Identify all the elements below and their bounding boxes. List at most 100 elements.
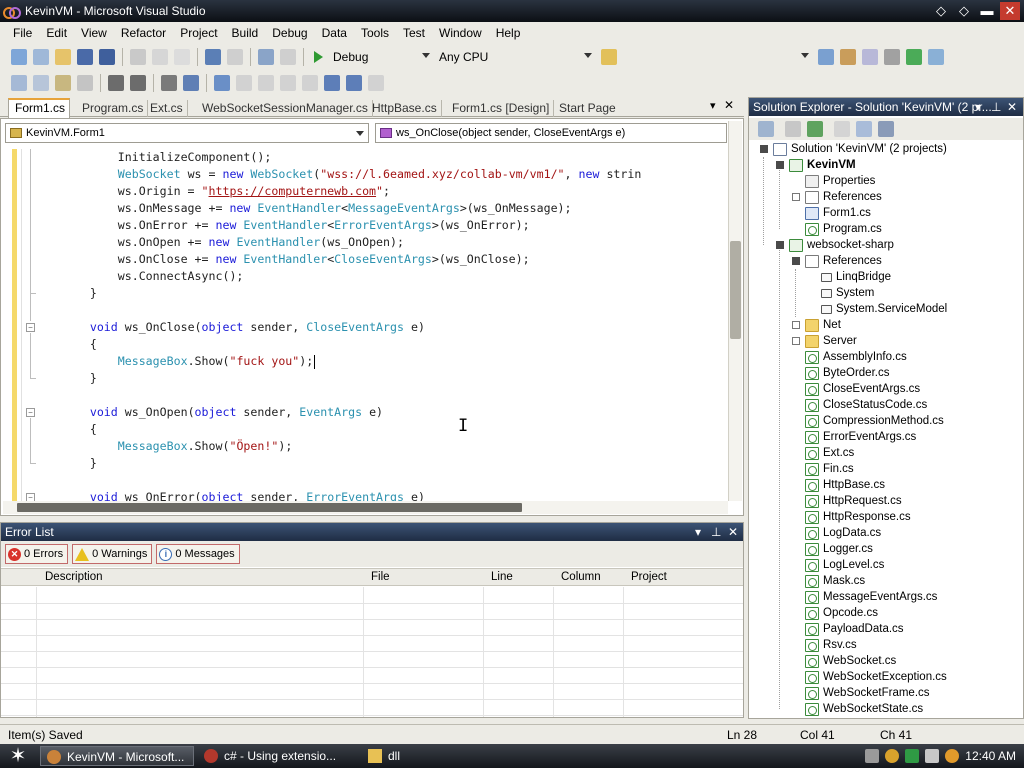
display-word-completion-icon[interactable] (77, 75, 93, 91)
refresh-icon[interactable] (807, 121, 823, 137)
uncomment-icon[interactable] (183, 75, 199, 91)
window-position-icon[interactable]: ▾ (975, 98, 981, 116)
open-file-icon[interactable] (55, 49, 71, 65)
expand-node-icon[interactable] (792, 321, 800, 329)
tree-item-websocket-cs[interactable]: WebSocket.cs (805, 653, 896, 669)
properties-window-icon[interactable] (840, 49, 856, 65)
code-line[interactable]: void ws_OnError(object sender, ErrorEven… (34, 489, 425, 501)
code-line[interactable]: MessageBox.Show("fuck you"); (34, 353, 313, 370)
next-bookmark-in-folder-icon[interactable] (302, 75, 318, 91)
code-line[interactable]: } (34, 455, 97, 472)
start-button[interactable]: ✶ (6, 746, 30, 766)
tree-item-system[interactable]: System (821, 285, 874, 301)
toggle-bookmark-icon[interactable] (214, 75, 230, 91)
add-item-icon[interactable] (33, 49, 49, 65)
close-document-icon[interactable]: ✕ (724, 98, 734, 112)
editor-vertical-scrollbar[interactable] (728, 121, 742, 501)
tree-item-websocketframe-cs[interactable]: WebSocketFrame.cs (805, 685, 930, 701)
menu-data[interactable]: Data (315, 26, 354, 40)
collapse-node-icon[interactable] (776, 161, 784, 169)
find-select[interactable] (624, 48, 812, 66)
undo-icon[interactable] (205, 49, 221, 65)
tree-item-httpbase-cs[interactable]: HttpBase.cs (805, 477, 885, 493)
search-icon[interactable] (945, 749, 960, 763)
auto-hide-pin-icon[interactable]: ⊥ (991, 98, 1001, 116)
tree-item-mask-cs[interactable]: Mask.cs (805, 573, 865, 589)
code-line[interactable]: { (34, 421, 97, 438)
tab-ext-cs[interactable]: Ext.cs (144, 100, 188, 117)
menu-window[interactable]: Window (432, 26, 489, 40)
tree-item-rsv-cs[interactable]: Rsv.cs (805, 637, 857, 653)
new-project-icon[interactable] (11, 49, 27, 65)
clock[interactable]: 12:40 AM (965, 749, 1016, 763)
tree-item-properties[interactable]: Properties (805, 173, 875, 189)
menu-help[interactable]: Help (489, 26, 528, 40)
clear-bookmarks-icon[interactable] (368, 75, 384, 91)
code-line[interactable]: ws.OnClose += new EventHandler<CloseEven… (34, 251, 530, 268)
collapse-node-icon[interactable] (760, 145, 768, 153)
expand-node-icon[interactable] (792, 193, 800, 201)
member-dropdown[interactable]: ws_OnClose(object sender, CloseEventArgs… (375, 123, 727, 143)
tree-item-websocketstate-cs[interactable]: WebSocketState.cs (805, 701, 923, 717)
tree-item-closestatuscode-cs[interactable]: CloseStatusCode.cs (805, 397, 927, 413)
menu-test[interactable]: Test (396, 26, 432, 40)
window-position-icon[interactable]: ▾ (695, 523, 701, 541)
object-browser-icon[interactable] (862, 49, 878, 65)
toolbox-icon[interactable] (884, 49, 900, 65)
diamond-icon[interactable]: ◇ (931, 2, 951, 20)
tree-item-ext-cs[interactable]: Ext.cs (805, 445, 854, 461)
minimize-icon[interactable]: ▬ (977, 2, 997, 20)
next-bookmark-icon[interactable] (258, 75, 274, 91)
tree-item-system-servicemodel[interactable]: System.ServiceModel (821, 301, 947, 317)
tree-item-loglevel-cs[interactable]: LogLevel.cs (805, 557, 884, 573)
tree-item-payloaddata-cs[interactable]: PayloadData.cs (805, 621, 904, 637)
tab-form1-design[interactable]: Form1.cs [Design] (446, 100, 555, 117)
close-panel-icon[interactable]: ✕ (728, 523, 738, 541)
start-page-icon[interactable] (906, 49, 922, 65)
command-window-icon[interactable] (928, 49, 944, 65)
menu-build[interactable]: Build (225, 26, 266, 40)
tree-item-form1-cs[interactable]: Form1.cs (805, 205, 871, 221)
expand-node-icon[interactable] (792, 337, 800, 345)
tree-item-httpresponse-cs[interactable]: HttpResponse.cs (805, 509, 911, 525)
code-line[interactable]: WebSocket ws = new WebSocket("wss://l.6e… (34, 166, 642, 183)
display-quick-info-icon[interactable] (55, 75, 71, 91)
previous-bookmark-in-folder-icon[interactable] (280, 75, 296, 91)
code-line[interactable]: ws.Origin = "https://computernewb.com"; (34, 183, 390, 200)
class-dropdown[interactable]: KevinVM.Form1 (5, 123, 369, 143)
tab-program-cs[interactable]: Program.cs (76, 100, 149, 117)
find-in-files-icon[interactable] (601, 49, 617, 65)
code-line[interactable]: ws.OnMessage += new EventHandler<Message… (34, 200, 572, 217)
previous-bookmark-in-document-icon[interactable] (324, 75, 340, 91)
editor-horizontal-scrollbar[interactable] (3, 501, 728, 514)
keyboard-icon[interactable] (865, 749, 880, 763)
paste-icon[interactable] (174, 49, 190, 65)
code-line[interactable]: ws.OnError += new EventHandler<ErrorEven… (34, 217, 530, 234)
view-designer-icon[interactable] (856, 121, 872, 137)
code-line[interactable]: void ws_OnOpen(object sender, EventArgs … (34, 404, 383, 421)
close-panel-icon[interactable]: ✕ (1007, 98, 1017, 116)
redo-icon[interactable] (227, 49, 243, 65)
tree-item-logger-cs[interactable]: Logger.cs (805, 541, 873, 557)
menu-edit[interactable]: Edit (39, 26, 74, 40)
menu-project[interactable]: Project (173, 26, 224, 40)
tree-item-linqbridge[interactable]: LinqBridge (821, 269, 891, 285)
properties-icon[interactable] (758, 121, 774, 137)
code-area[interactable]: − − − InitializeComponent(); WebSocket w… (21, 149, 729, 501)
tree-item-program-cs[interactable]: Program.cs (805, 221, 882, 237)
code-line[interactable]: { (34, 336, 97, 353)
code-line[interactable]: MessageBox.Show("Öpen!"); (34, 438, 293, 455)
taskbar-item-folder[interactable]: dll (362, 746, 482, 766)
column-project[interactable]: Project (631, 571, 667, 583)
tree-item-logdata-cs[interactable]: LogData.cs (805, 525, 881, 541)
tree-item-solution-kevinvm-2-projects[interactable]: Solution 'KevinVM' (2 projects) (773, 141, 947, 157)
tab-list-chevron-icon[interactable]: ▾ (710, 99, 716, 112)
tab-start-page[interactable]: Start Page (553, 100, 620, 117)
decrease-indent-icon[interactable] (108, 75, 124, 91)
shield-icon[interactable] (885, 749, 900, 763)
tree-item-httprequest-cs[interactable]: HttpRequest.cs (805, 493, 902, 509)
tree-item-assemblyinfo-cs[interactable]: AssemblyInfo.cs (805, 349, 907, 365)
display-parameter-info-icon[interactable] (33, 75, 49, 91)
tab-form1-cs[interactable]: Form1.cs (8, 98, 71, 118)
view-code-icon[interactable] (834, 121, 850, 137)
